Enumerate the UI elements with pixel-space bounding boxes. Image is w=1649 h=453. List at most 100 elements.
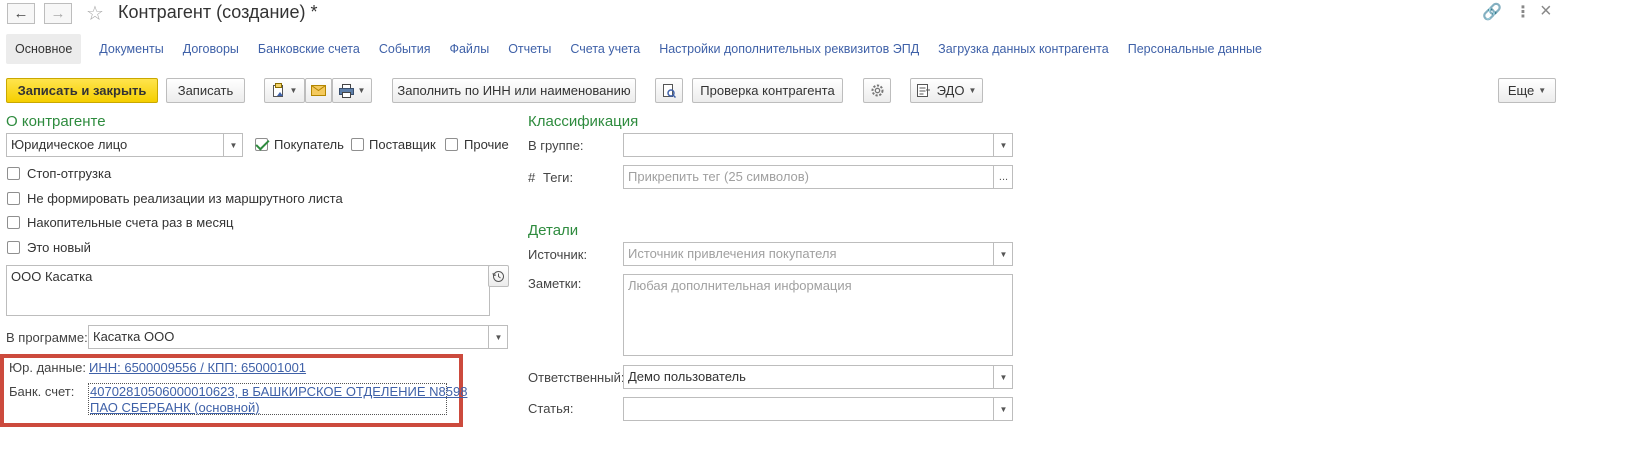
chevron-down-icon: ▼ bbox=[968, 86, 977, 95]
tab-bar: Основное Документы Договоры Банковские с… bbox=[6, 34, 1281, 64]
settings-button[interactable] bbox=[863, 78, 891, 103]
check-counterparty-button[interactable]: Проверка контрагента bbox=[692, 78, 843, 103]
entity-type-value: Юридическое лицо bbox=[11, 137, 128, 152]
supplier-checkbox[interactable] bbox=[351, 138, 364, 151]
email-button[interactable] bbox=[305, 78, 332, 103]
monthly-invoices-label: Накопительные счета раз в месяц bbox=[27, 215, 234, 230]
responsible-value: Демо пользователь bbox=[628, 369, 746, 384]
chevron-down-icon[interactable]: ▼ bbox=[223, 134, 242, 156]
no-route-sales-label: Не формировать реализации из маршрутного… bbox=[27, 191, 343, 206]
group-label: В группе: bbox=[528, 138, 584, 153]
source-label: Источник: bbox=[528, 247, 588, 262]
section-classification-title: Классификация bbox=[528, 113, 639, 130]
section-details-title: Детали bbox=[528, 222, 579, 239]
chevron-down-icon: ▼ bbox=[1538, 86, 1547, 95]
source-select[interactable]: Источник привлечения покупателя ▼ bbox=[623, 242, 1013, 266]
legal-data-label: Юр. данные: bbox=[9, 360, 86, 375]
entity-type-select[interactable]: Юридическое лицо ▼ bbox=[6, 133, 243, 157]
bank-account-link[interactable]: 40702810506000010623, в БАШКИРСКОЕ ОТДЕЛ… bbox=[88, 383, 467, 415]
article-select[interactable]: ▼ bbox=[623, 397, 1013, 421]
source-placeholder: Источник привлечения покупателя bbox=[628, 246, 837, 261]
notes-label: Заметки: bbox=[528, 276, 582, 291]
chevron-down-icon[interactable]: ▼ bbox=[488, 326, 507, 348]
buyer-checkbox[interactable] bbox=[255, 138, 268, 151]
in-program-select[interactable]: Касатка ООО ▼ bbox=[88, 325, 508, 349]
edo-button[interactable]: ЭДО ▼ bbox=[910, 78, 983, 103]
notes-textarea[interactable]: Любая дополнительная информация bbox=[623, 274, 1013, 356]
more-button[interactable]: Еще ▼ bbox=[1498, 78, 1556, 103]
edo-icon bbox=[916, 84, 930, 97]
chevron-down-icon[interactable]: ▼ bbox=[993, 134, 1012, 156]
group-select[interactable]: ▼ bbox=[623, 133, 1013, 157]
arrow-left-icon: ← bbox=[13, 5, 29, 22]
tab-reports[interactable]: Отчеты bbox=[508, 42, 551, 56]
arrow-right-icon: → bbox=[50, 5, 66, 22]
responsible-select[interactable]: Демо пользователь ▼ bbox=[623, 365, 1013, 389]
other-checkbox[interactable] bbox=[445, 138, 458, 151]
more-vertical-icon[interactable]: ⋮ bbox=[1515, 2, 1531, 22]
forward-button[interactable]: → bbox=[44, 3, 72, 24]
hash-icon: # bbox=[528, 170, 536, 185]
chevron-down-icon: ▼ bbox=[357, 86, 366, 95]
tab-main[interactable]: Основное bbox=[6, 34, 82, 64]
chevron-down-icon[interactable]: ▼ bbox=[993, 366, 1012, 388]
bank-account-label: Банк. счет: bbox=[9, 384, 75, 399]
in-program-label: В программе: bbox=[6, 330, 88, 345]
stop-shipment-label: Стоп-отгрузка bbox=[27, 166, 112, 181]
edo-label: ЭДО bbox=[936, 83, 965, 98]
tab-documents[interactable]: Документы bbox=[99, 42, 163, 56]
buyer-label: Покупатель bbox=[274, 137, 344, 152]
bank-account-line2: ПАО СБЕРБАНК (основной) bbox=[90, 400, 260, 415]
counterparty-card-button[interactable] bbox=[655, 78, 683, 103]
document-search-icon bbox=[663, 83, 676, 98]
close-icon[interactable]: × bbox=[1540, 0, 1552, 23]
stop-shipment-checkbox[interactable] bbox=[7, 167, 20, 180]
gear-icon bbox=[871, 84, 883, 97]
chevron-down-icon: ▼ bbox=[289, 86, 298, 95]
page-title: Контрагент (создание) * bbox=[118, 2, 318, 22]
fill-by-inn-button[interactable]: Заполнить по ИНН или наименованию bbox=[392, 78, 636, 103]
tags-input[interactable]: Прикрепить тег (25 символов) ... bbox=[623, 165, 1013, 189]
legal-data-link[interactable]: ИНН: 6500009556 / КПП: 650001001 bbox=[89, 360, 306, 375]
tab-bank-accounts[interactable]: Банковские счета bbox=[258, 42, 360, 56]
section-about-title: О контрагенте bbox=[6, 113, 106, 130]
full-name-value: ООО Касатка bbox=[11, 269, 93, 284]
history-icon bbox=[492, 270, 504, 282]
tags-placeholder: Прикрепить тег (25 символов) bbox=[628, 169, 810, 184]
monthly-invoices-checkbox[interactable] bbox=[7, 216, 20, 229]
save-and-close-button[interactable]: Записать и закрыть bbox=[6, 78, 158, 103]
tab-accounts[interactable]: Счета учета bbox=[570, 42, 640, 56]
printer-icon bbox=[338, 83, 354, 98]
save-button[interactable]: Записать bbox=[166, 78, 245, 103]
ellipsis-icon[interactable]: ... bbox=[993, 166, 1012, 188]
bank-account-line1: 40702810506000010623, в БАШКИРСКОЕ ОТДЕЛ… bbox=[90, 384, 468, 399]
create-based-on-button[interactable]: ▼ bbox=[264, 78, 305, 103]
notes-placeholder: Любая дополнительная информация bbox=[628, 278, 852, 293]
tab-data-import[interactable]: Загрузка данных контрагента bbox=[938, 42, 1109, 56]
chevron-down-icon[interactable]: ▼ bbox=[993, 243, 1012, 265]
link-icon[interactable]: 🔗 bbox=[1482, 2, 1502, 22]
chevron-down-icon[interactable]: ▼ bbox=[993, 398, 1012, 420]
responsible-label: Ответственный: bbox=[528, 370, 625, 385]
tab-epd-settings[interactable]: Настройки дополнительных реквизитов ЭПД bbox=[659, 42, 919, 56]
print-button[interactable]: ▼ bbox=[332, 78, 372, 103]
more-label: Еще bbox=[1507, 83, 1535, 98]
in-program-value: Касатка ООО bbox=[93, 329, 175, 344]
is-new-checkbox[interactable] bbox=[7, 241, 20, 254]
tab-contracts[interactable]: Договоры bbox=[183, 42, 239, 56]
full-name-textarea[interactable]: ООО Касатка bbox=[6, 265, 490, 316]
history-button[interactable] bbox=[488, 265, 509, 287]
article-label: Статья: bbox=[528, 401, 574, 416]
tab-files[interactable]: Файлы bbox=[449, 42, 489, 56]
envelope-icon bbox=[311, 85, 326, 96]
is-new-label: Это новый bbox=[27, 240, 91, 255]
supplier-label: Поставщик bbox=[369, 137, 436, 152]
no-route-sales-checkbox[interactable] bbox=[7, 192, 20, 205]
back-button[interactable]: ← bbox=[7, 3, 35, 24]
tab-personal-data[interactable]: Персональные данные bbox=[1128, 42, 1262, 56]
tags-label: Теги: bbox=[543, 170, 574, 185]
favorite-star-icon[interactable]: ☆ bbox=[86, 1, 104, 26]
document-icon bbox=[272, 83, 283, 97]
other-label: Прочие bbox=[464, 137, 509, 152]
tab-events[interactable]: События bbox=[379, 42, 431, 56]
